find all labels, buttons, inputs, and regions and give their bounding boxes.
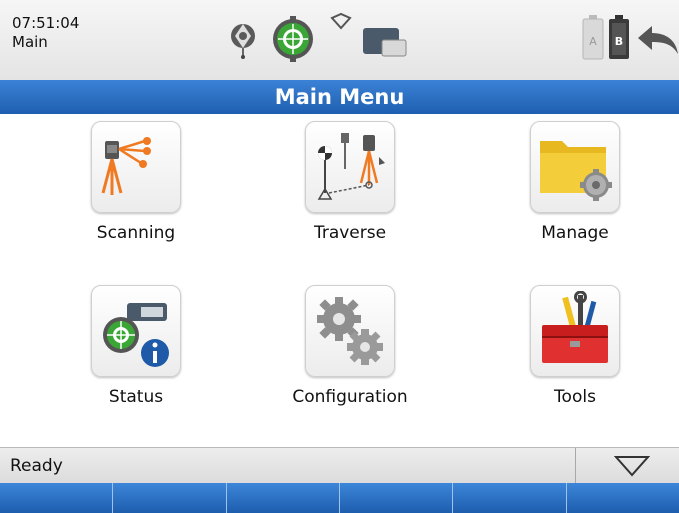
radio-icon[interactable] — [330, 12, 352, 30]
softkey-1[interactable] — [0, 483, 114, 513]
menu-item-manage[interactable]: Manage — [500, 121, 650, 271]
battery-b-icon: B — [608, 14, 630, 60]
status-bar: 07:51:04 Main A B — [0, 0, 679, 80]
configuration-tile[interactable] — [305, 285, 395, 377]
tools-tile[interactable] — [530, 285, 620, 377]
status-info-icon — [103, 303, 169, 367]
laser-icon[interactable] — [225, 20, 261, 60]
menu-item-tools[interactable]: Tools — [500, 285, 650, 435]
menu-item-scanning[interactable]: Scanning — [61, 121, 211, 271]
softkey-3[interactable] — [226, 483, 340, 513]
configuration-gears-icon — [317, 297, 383, 365]
manage-folder-icon — [540, 141, 612, 201]
traverse-icon — [317, 133, 385, 200]
clock: 07:51:04 Main — [12, 14, 79, 52]
softkey-bar — [0, 483, 679, 513]
menu-label: Traverse — [313, 223, 387, 243]
softkey-2[interactable] — [113, 483, 227, 513]
toolbox-icon — [542, 291, 608, 363]
menu-label: Configuration — [292, 387, 408, 407]
menu-label: Status — [108, 387, 164, 407]
traverse-tile[interactable] — [305, 121, 395, 213]
status-text: Ready — [10, 456, 63, 476]
bottom-status-bar: Ready — [0, 447, 679, 484]
softkey-6[interactable] — [566, 483, 679, 513]
softkey-4[interactable] — [339, 483, 454, 513]
scanning-icon — [101, 137, 151, 195]
menu-label: Scanning — [96, 223, 176, 243]
battery-a-label: A — [589, 35, 597, 48]
target-prism-icon[interactable] — [270, 16, 316, 62]
menu-item-status[interactable]: Status — [61, 285, 211, 435]
time-text: 07:51:04 — [12, 14, 80, 32]
menu-item-traverse[interactable]: Traverse — [275, 121, 425, 271]
softkey-5[interactable] — [453, 483, 567, 513]
status-tile[interactable] — [91, 285, 181, 377]
battery-a-icon: A — [582, 14, 604, 60]
scanning-tile[interactable] — [91, 121, 181, 213]
manage-tile[interactable] — [530, 121, 620, 213]
page-title: Main Menu — [0, 80, 679, 114]
back-arrow-icon[interactable] — [636, 22, 679, 58]
menu-label: Tools — [554, 387, 596, 407]
dropdown-button[interactable] — [575, 448, 679, 484]
menu-label: Manage — [541, 223, 609, 243]
controller-icon[interactable] — [362, 26, 408, 58]
triangle-down-icon — [614, 456, 650, 477]
context-text: Main — [12, 33, 48, 51]
menu-item-configuration[interactable]: Configuration — [275, 285, 425, 435]
battery-b-label: B — [615, 35, 623, 48]
